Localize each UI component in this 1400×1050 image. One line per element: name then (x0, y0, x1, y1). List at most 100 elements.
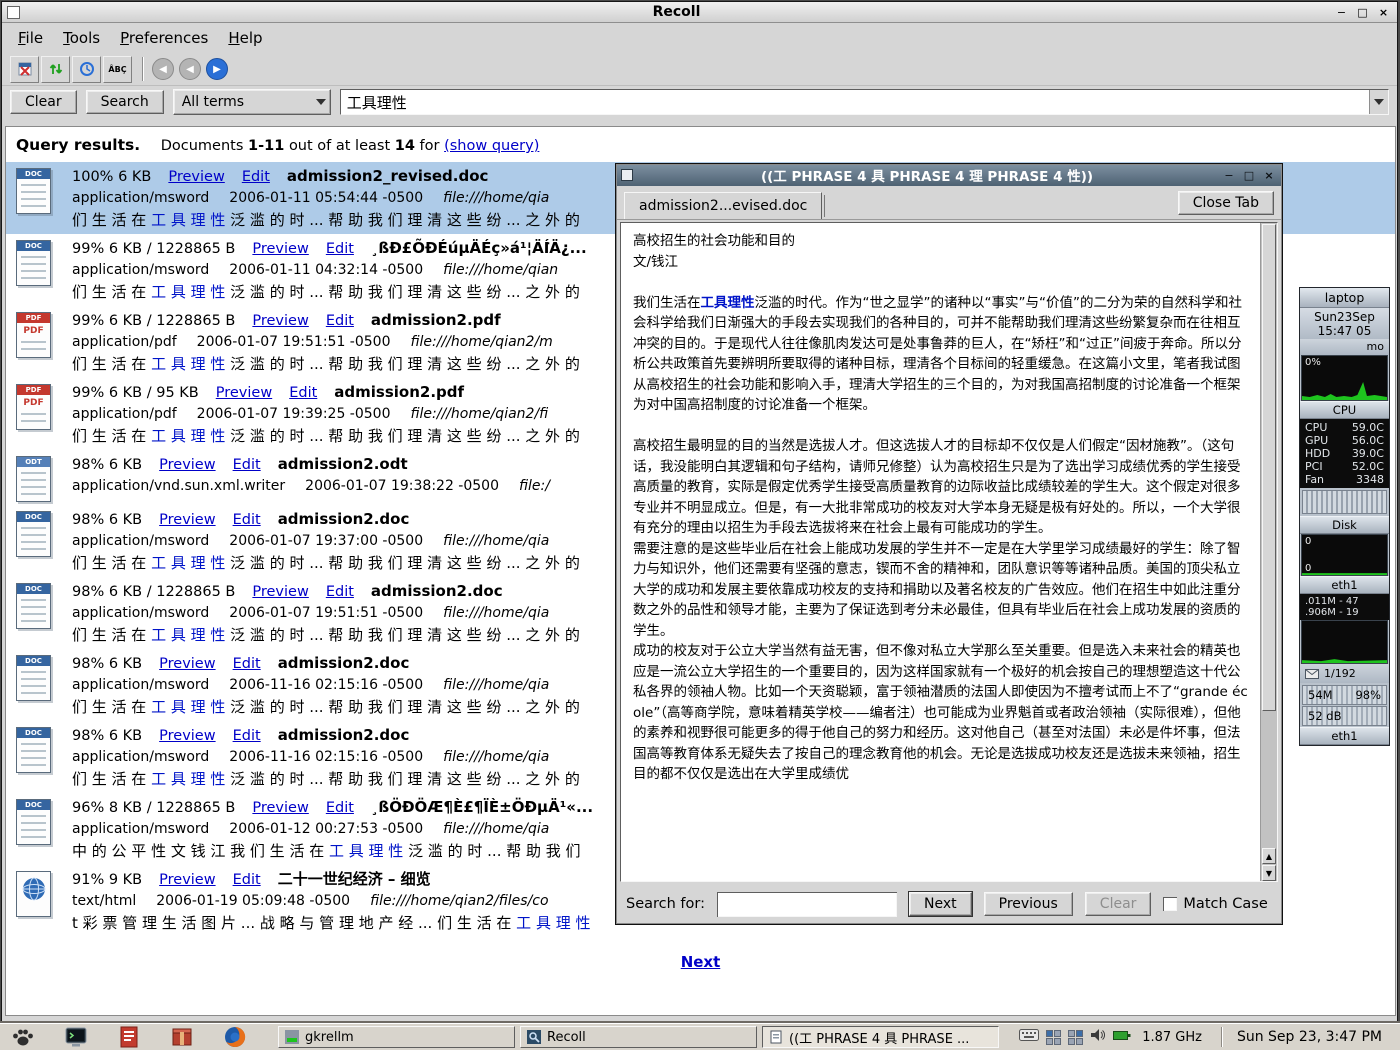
result-mime: application/msword (72, 188, 209, 209)
menu-preferences[interactable]: Preferences (112, 26, 216, 50)
preview-link[interactable]: Preview (159, 509, 215, 531)
find-input[interactable] (717, 892, 897, 917)
preview-link[interactable]: Preview (252, 310, 308, 332)
preview-close-button[interactable]: × (1261, 168, 1277, 182)
preview-tab[interactable]: admission2...evised.doc (624, 192, 822, 219)
result-snippet: 们 生 活 在 工 具 理 性 泛 滥 的 时 ... 帮 助 我 们 理 清 … (72, 696, 580, 718)
menu-file[interactable]: File (10, 26, 51, 50)
edit-link[interactable]: Edit (289, 382, 317, 404)
edit-link[interactable]: Edit (233, 725, 261, 747)
snippet-text: 我们生活在 (633, 295, 701, 311)
query-input[interactable] (341, 90, 1369, 114)
result-snippet: 们 生 活 在 工 具 理 性 泛 滥 的 时 ... 帮 助 我 们 理 清 … (72, 552, 580, 574)
edit-link[interactable]: Edit (326, 581, 354, 603)
preview-link[interactable]: Preview (159, 725, 215, 747)
preview-maximize-button[interactable]: □ (1241, 168, 1257, 182)
snippet-text: 泛 滥 的 时 ... 帮 助 我 们 理 清 这 些 纷 ... 之 外 的 (225, 283, 579, 301)
result-filename: admission2.doc (371, 580, 503, 602)
next-page-icon[interactable]: ▶ (206, 58, 228, 80)
result-snippet: 们 生 活 在 工 具 理 性 泛 滥 的 时 ... 帮 助 我 们 理 清 … (72, 281, 587, 303)
first-page-icon[interactable]: ◀ (152, 58, 174, 80)
volume-icon[interactable] (1090, 1028, 1106, 1046)
preview-link[interactable]: Preview (252, 581, 308, 603)
edit-link[interactable]: Edit (233, 869, 261, 891)
taskbar-clock[interactable]: Sun Sep 23, 3:47 PM (1237, 1029, 1394, 1045)
window-title: Recoll (24, 4, 1329, 20)
result-score-size: 98% 6 KB (72, 653, 142, 675)
term-explorer-icon[interactable]: ÂBÇ (103, 56, 132, 83)
paw-icon[interactable] (10, 1025, 36, 1049)
taskbar-separator (1221, 1027, 1222, 1047)
snippet-text: 高校招生的社会功能和目的 (633, 233, 795, 249)
edit-link[interactable]: Edit (326, 310, 354, 332)
cpu-percent-label: 0% (1305, 357, 1321, 368)
result-snippet: 们 生 活 在 工 具 理 性 泛 滥 的 时 ... 帮 助 我 们 理 清 … (72, 624, 580, 646)
close-tab-button[interactable]: Close Tab (1178, 191, 1274, 215)
pager-icon[interactable] (1046, 1030, 1061, 1045)
preview-link[interactable]: Preview (252, 797, 308, 819)
find-clear-button[interactable]: Clear (1085, 892, 1152, 916)
close-button[interactable]: × (1375, 5, 1392, 20)
prev-page-icon[interactable]: ◀ (179, 58, 201, 80)
highlighted-term: 工 具 理 性 (151, 698, 225, 716)
terminal-icon[interactable] (63, 1025, 89, 1049)
search-mode-select[interactable]: All terms (173, 89, 331, 115)
result-snippet: 们 生 活 在 工 具 理 性 泛 滥 的 时 ... 帮 助 我 们 理 清 … (72, 768, 580, 790)
snippet-text: t 彩 票 管 理 生 活 图 片 ... 战 略 与 管 理 地 产 经 ..… (72, 914, 516, 932)
preview-link[interactable]: Preview (159, 454, 215, 476)
edit-link[interactable]: Edit (233, 509, 261, 531)
find-previous-button[interactable]: Previous (984, 892, 1073, 916)
preview-scrollbar[interactable]: ▲ ▼ (1260, 223, 1277, 881)
scrollbar-thumb[interactable] (1262, 224, 1276, 711)
edit-link[interactable]: Edit (326, 238, 354, 260)
menu-help[interactable]: Help (220, 26, 270, 50)
chevron-down-icon (316, 99, 326, 105)
search-button[interactable]: Search (86, 90, 164, 114)
result-snippet: 们 生 活 在 工 具 理 性 泛 滥 的 时 ... 帮 助 我 们 理 清 … (72, 353, 580, 375)
edit-link[interactable]: Edit (233, 653, 261, 675)
preview-link[interactable]: Preview (168, 166, 224, 188)
next-page-link[interactable]: Next (681, 953, 721, 971)
maximize-button[interactable]: □ (1354, 5, 1371, 20)
match-case-checkbox[interactable] (1163, 897, 1177, 911)
result-mime: application/pdf (72, 404, 177, 425)
taskbar-task-preview[interactable]: ((工 PHRASE 4 具 PHRASE ... (762, 1026, 999, 1048)
edit-link[interactable]: Edit (242, 166, 270, 188)
snippet-text: 们 生 活 在 (72, 626, 151, 644)
battery-icon[interactable] (1113, 1029, 1131, 1045)
main-title-bar[interactable]: Recoll − □ × (2, 2, 1397, 23)
preview-link[interactable]: Preview (159, 653, 215, 675)
edit-link[interactable]: Edit (326, 797, 354, 819)
preview-body: 高校招生的社会功能和目的文/钱江 我们生活在工具理性泛滥的时代。作为“世之显学”… (620, 222, 1278, 882)
show-query-link[interactable]: (show query) (444, 138, 539, 154)
package-icon[interactable] (169, 1025, 195, 1049)
pager-icon-2[interactable] (1068, 1030, 1083, 1045)
scroll-up-icon[interactable]: ▲ (1262, 848, 1276, 864)
taskbar-task-recoll[interactable]: Recoll (520, 1026, 757, 1048)
taskbar-task-gkrellm[interactable]: gkrellm (278, 1026, 515, 1048)
sort-icon[interactable] (41, 56, 70, 83)
clear-search-icon[interactable] (10, 56, 39, 83)
firefox-icon[interactable] (222, 1025, 248, 1049)
result-date: 2006-01-07 19:51:51 -0500 (197, 332, 391, 353)
preview-title-bar[interactable]: ((工 PHRASE 4 具 PHRASE 4 理 PHRASE 4 性)) −… (616, 164, 1282, 186)
doc-file-icon: DOC (16, 165, 72, 231)
preview-link[interactable]: Preview (159, 869, 215, 891)
mail-count: 1/192 (1324, 667, 1356, 680)
edit-link[interactable]: Edit (233, 454, 261, 476)
find-next-button[interactable]: Next (909, 892, 972, 916)
highlighted-term: 工 具 理 性 (151, 427, 225, 445)
history-icon[interactable] (72, 56, 101, 83)
highlighted-term: 工 具 理 性 (151, 554, 225, 572)
query-history-dropdown[interactable] (1369, 90, 1388, 114)
keyboard-icon[interactable] (1019, 1028, 1039, 1046)
preview-link[interactable]: Preview (252, 238, 308, 260)
clear-button[interactable]: Clear (10, 90, 77, 114)
menu-tools[interactable]: Tools (55, 26, 108, 50)
text-editor-icon[interactable] (116, 1025, 142, 1049)
recoll-window-icon (7, 6, 20, 19)
preview-link[interactable]: Preview (216, 382, 272, 404)
minimize-button[interactable]: − (1333, 5, 1350, 20)
preview-minimize-button[interactable]: − (1221, 168, 1237, 182)
scroll-down-icon[interactable]: ▼ (1262, 865, 1276, 881)
